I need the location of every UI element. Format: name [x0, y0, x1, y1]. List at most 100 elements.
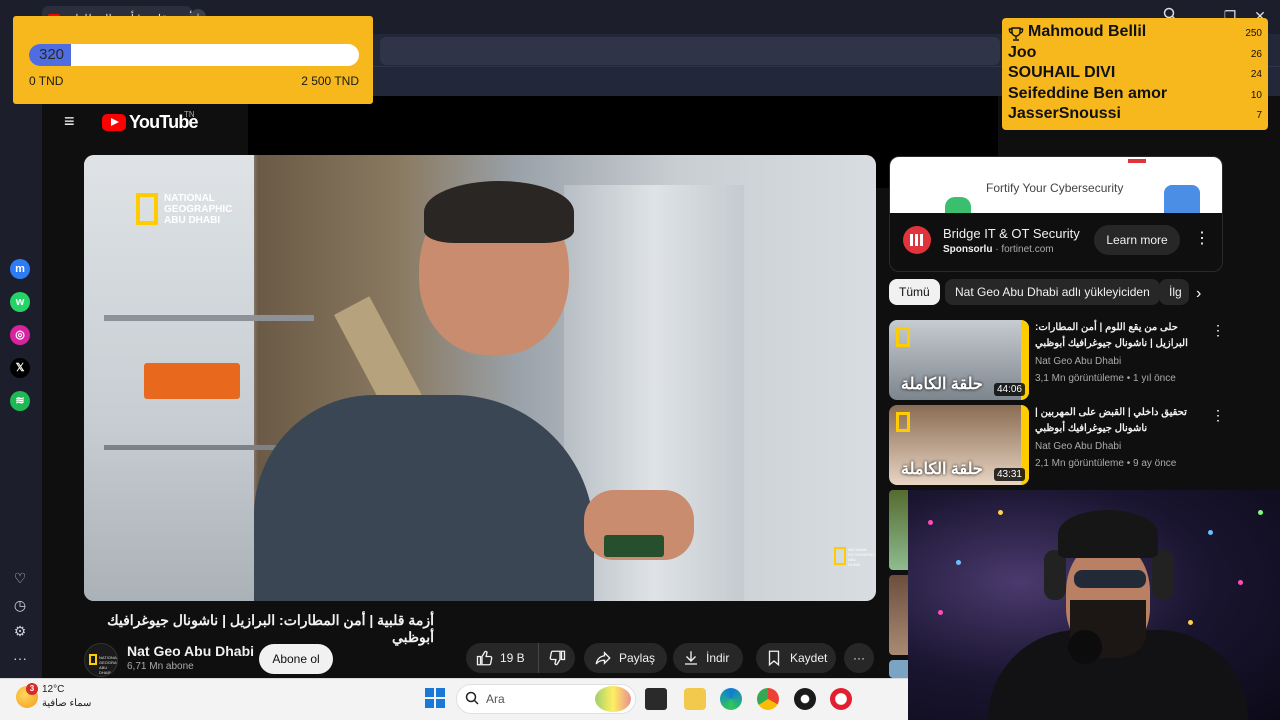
donor-leaderboard: Mahmoud Bellil 250 Joo 26 SOUHAIL DIVI 2… [1002, 18, 1268, 130]
history-icon[interactable]: ◷ [11, 596, 29, 614]
natgeo-frame-icon [136, 193, 158, 225]
recommendation-thumbnail[interactable]: حلقة الكاملة 43:31 [889, 405, 1029, 485]
recommendation-more-icon[interactable]: ⋮ [1211, 407, 1225, 424]
weather-temperature[interactable]: 12°C [42, 684, 64, 695]
x-icon[interactable]: 𝕏 [10, 358, 30, 378]
leaderboard-row: SOUHAIL DIVI 24 [1008, 64, 1262, 84]
leaderboard-row: Joo 26 [1008, 44, 1262, 64]
favorites-icon[interactable]: ♡ [11, 569, 29, 587]
save-label: Kaydet [790, 651, 828, 665]
ad-banner-blue-shape [1164, 185, 1200, 213]
download-label: İndir [706, 651, 730, 665]
channel-avatar[interactable]: NATIONAL GEOGRAPHIC ABU DHABI [84, 643, 118, 677]
thumbnail-caption: حلقة الكاملة [901, 461, 983, 478]
recommendation-title[interactable]: حلى من يقع اللوم | أمن المطارات: البرازي… [1035, 320, 1203, 352]
sponsored-label: Sponsorlu [943, 244, 993, 255]
recommendation-thumbnail-partial[interactable] [889, 575, 909, 655]
instagram-icon[interactable]: ◎ [10, 325, 30, 345]
video-scene-passport [604, 535, 664, 557]
recommendation-thumbnail-partial[interactable] [889, 660, 909, 678]
video-scene-tray [144, 363, 240, 399]
video-player[interactable]: NATIONAL GEOGRAPHIC ABU DHABI NATIONAL G… [84, 155, 876, 601]
obs-studio-icon[interactable] [794, 688, 816, 710]
ad-title[interactable]: Bridge IT & OT Security [943, 226, 1080, 241]
leaderboard-row: JasserSnoussi 7 [1008, 105, 1262, 125]
avatar-text: NATIONAL GEOGRAPHIC ABU DHABI [99, 655, 118, 675]
ad-banner-green-shape [945, 197, 971, 213]
opera-browser-icon[interactable] [830, 688, 852, 710]
thumb-down-icon [549, 650, 566, 666]
settings-gear-icon[interactable]: ⚙ [11, 622, 29, 640]
like-count: 19 B [500, 651, 525, 665]
taskbar-search-placeholder[interactable]: Ara [486, 692, 505, 706]
thumbnail-caption: حلقة الكاملة [901, 376, 983, 393]
recommendation-thumbnail-partial[interactable] [889, 490, 909, 570]
subscribe-button[interactable]: Abone ol [259, 644, 333, 674]
goal-progress-bar: 320 [29, 44, 359, 66]
chip-from-uploader[interactable]: Nat Geo Abu Dhabi adlı yükleyiciden [945, 279, 1160, 305]
ad-more-icon[interactable]: ⋮ [1194, 231, 1210, 249]
ad-banner-text: Fortify Your Cybersecurity [986, 181, 1124, 195]
more-sidebar-icon[interactable]: ··· [11, 649, 29, 667]
thumb-up-icon [476, 650, 493, 666]
subscriber-count: 6,71 Mn abone [127, 661, 194, 672]
weather-condition[interactable]: سماء صافية [42, 698, 91, 709]
webcam-feed [908, 490, 1280, 720]
donor-name: SOUHAIL DIVI [1008, 64, 1116, 81]
save-button[interactable]: Kaydet [756, 643, 836, 673]
address-field[interactable] [380, 37, 1000, 65]
ad-domain: · fortinet.com [995, 244, 1054, 255]
recommendation-more-icon[interactable]: ⋮ [1211, 322, 1225, 339]
webcam-person-cap [1058, 510, 1158, 558]
download-button[interactable]: İndir [673, 643, 743, 673]
dislike-button[interactable] [538, 643, 574, 673]
learn-more-button[interactable]: Learn more [1094, 225, 1180, 255]
recommendation-item[interactable]: حلقة الكاملة 44:06 حلى من يقع اللوم | أم… [889, 320, 1225, 400]
task-view-icon[interactable] [645, 688, 667, 710]
channel-name[interactable]: Nat Geo Abu Dhabi [127, 643, 254, 659]
recommendation-channel[interactable]: Nat Geo Abu Dhabi [1035, 356, 1121, 367]
ad-card[interactable]: Fortify Your Cybersecurity [889, 156, 1223, 272]
donor-amount: 26 [1250, 49, 1262, 60]
video-scene-hair [424, 181, 574, 243]
recommendation-item[interactable]: حلقة الكاملة 43:31 تحقيق داخلي | القبض ع… [889, 405, 1225, 485]
donor-amount: 10 [1250, 90, 1262, 101]
fortinet-logo-icon[interactable] [903, 226, 931, 254]
natgeo-watermark-text: NATIONAL GEOGRAPHIC ABU DHABI [164, 193, 233, 226]
recommendation-thumbnail[interactable]: حلقة الكاملة 44:06 [889, 320, 1029, 400]
natgeo-thumb-frame-icon [896, 327, 910, 347]
download-icon [685, 651, 697, 665]
menu-hamburger-icon[interactable]: ≡ [64, 112, 82, 131]
share-button[interactable]: Paylaş [584, 643, 667, 673]
leaderboard-row: Seifeddine Ben amor 10 [1008, 85, 1262, 105]
recommendation-title[interactable]: تحقيق داخلي | القبض على المهربين | ناشون… [1035, 405, 1203, 437]
whatsapp-icon[interactable]: w [10, 292, 30, 312]
share-arrow-icon [595, 651, 611, 665]
recommendation-meta: 3,1 Mn görüntüleme • 1 yıl önce [1035, 373, 1176, 384]
edge-browser-icon[interactable] [720, 688, 742, 710]
file-explorer-icon[interactable] [684, 688, 706, 710]
share-label: Paylaş [619, 651, 656, 665]
webcam-person-sunglasses [1074, 570, 1146, 588]
windows-start-icon[interactable] [425, 688, 445, 708]
chip-related[interactable]: İlg [1159, 279, 1189, 305]
goal-min-label: 0 TND [29, 74, 64, 88]
ad-banner-red-mark [1128, 159, 1146, 163]
ad-banner[interactable]: Fortify Your Cybersecurity [890, 157, 1222, 213]
donor-amount: 250 [1245, 28, 1262, 39]
like-button[interactable]: 19 B [466, 643, 538, 673]
video-scene-officer [254, 395, 594, 601]
chevron-right-icon[interactable]: › [1196, 285, 1201, 303]
headset-right-icon [1152, 550, 1174, 600]
weather-badge: 3 [26, 683, 38, 695]
natgeo-corner-frame-icon [834, 547, 846, 565]
chrome-browser-icon[interactable] [757, 688, 779, 710]
youtube-logo-icon[interactable] [102, 114, 126, 131]
messenger-icon[interactable]: m [10, 259, 30, 279]
donor-name: Seifeddine Ben amor [1008, 85, 1168, 102]
spotify-icon[interactable]: ≋ [10, 391, 30, 411]
chip-all[interactable]: Tümü [889, 279, 940, 305]
microphone-icon [1068, 630, 1102, 664]
recommendation-channel[interactable]: Nat Geo Abu Dhabi [1035, 441, 1121, 452]
more-actions-button[interactable]: ··· [844, 643, 874, 673]
